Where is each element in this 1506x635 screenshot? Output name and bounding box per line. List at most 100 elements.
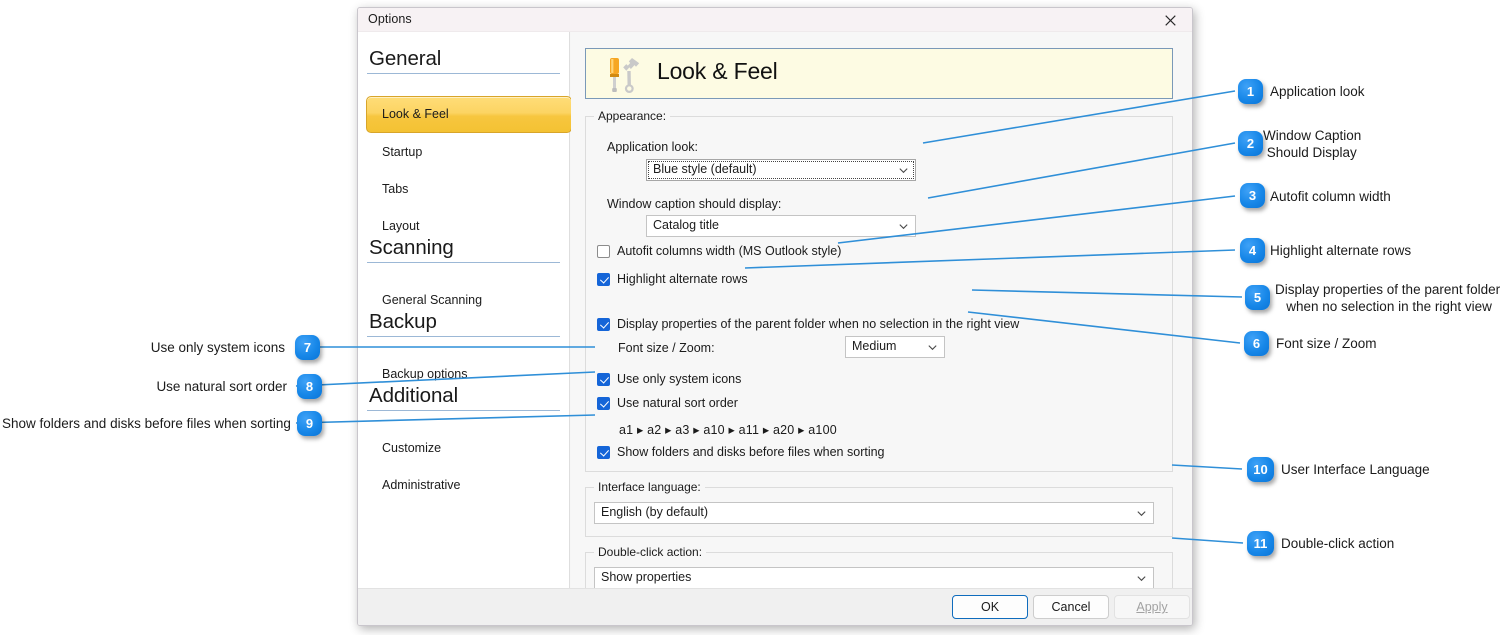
- sidebar-item-label: Backup options: [382, 367, 467, 381]
- callout-badge-4[interactable]: 4: [1240, 238, 1265, 263]
- display-parent-properties-label: Display properties of the parent folder …: [617, 317, 1019, 331]
- divider: [367, 262, 560, 263]
- interface-language-groupbox: Interface language: English (by default): [585, 487, 1173, 537]
- sidebar-item-general-scanning[interactable]: General Scanning: [367, 290, 571, 311]
- application-look-select[interactable]: Blue style (default): [646, 159, 916, 181]
- apply-button: Apply: [1114, 595, 1190, 619]
- callout-label-8: Use natural sort order: [40, 378, 287, 395]
- settings-sidebar: General Look & Feel Startup Tabs Layout …: [358, 32, 570, 625]
- screenshot-root: Options General Look & Feel Startup Tab: [0, 0, 1506, 635]
- use-natural-sort-order-checkbox[interactable]: Use natural sort order: [597, 396, 738, 410]
- callout-badge-5[interactable]: 5: [1245, 285, 1270, 310]
- chevron-down-icon: [1137, 574, 1146, 583]
- sidebar-group-additional: Additional: [367, 383, 560, 411]
- autofit-columns-checkbox[interactable]: Autofit columns width (MS Outlook style): [597, 244, 841, 258]
- window-caption-value: Catalog title: [653, 218, 719, 232]
- callout-badge-2[interactable]: 2: [1238, 131, 1263, 156]
- sidebar-item-look-and-feel[interactable]: Look & Feel: [366, 96, 572, 133]
- callout-label-6: Font size / Zoom: [1276, 335, 1377, 352]
- options-dialog: Options General Look & Feel Startup Tab: [357, 7, 1193, 626]
- sidebar-item-backup-options[interactable]: Backup options: [367, 364, 571, 385]
- font-size-label: Font size / Zoom:: [618, 341, 715, 355]
- sidebar-group-scanning: Scanning: [367, 235, 560, 263]
- sidebar-item-label: General Scanning: [382, 293, 482, 307]
- sidebar-group-title-scanning: Scanning: [367, 235, 560, 261]
- interface-language-select[interactable]: English (by default): [594, 502, 1154, 524]
- divider: [367, 336, 560, 337]
- checkbox-box: [597, 446, 610, 459]
- callout-badge-9[interactable]: 9: [297, 411, 322, 436]
- callout-label-2: Window Caption Should Display: [1263, 127, 1361, 161]
- sidebar-item-label: Layout: [382, 219, 420, 233]
- sidebar-item-label: Startup: [382, 145, 422, 159]
- sidebar-item-customize[interactable]: Customize: [367, 438, 571, 459]
- use-only-system-icons-checkbox[interactable]: Use only system icons: [597, 372, 741, 386]
- sidebar-item-label: Customize: [382, 441, 441, 455]
- chevron-down-icon: [928, 343, 937, 352]
- double-click-action-select[interactable]: Show properties: [594, 567, 1154, 589]
- callout-label-5: Display properties of the parent folder …: [1275, 281, 1500, 315]
- settings-content: Look & Feel Appearance: Application look…: [571, 32, 1192, 625]
- sidebar-item-administrative[interactable]: Administrative: [367, 475, 571, 496]
- page-title: Look & Feel: [657, 58, 778, 85]
- callout-badge-8[interactable]: 8: [297, 374, 322, 399]
- window-caption-label: Window caption should display:: [607, 197, 781, 211]
- application-look-label: Application look:: [607, 140, 698, 154]
- ok-button-label: OK: [981, 600, 999, 614]
- divider: [367, 410, 560, 411]
- chevron-down-icon: [899, 166, 908, 175]
- page-header-card: Look & Feel: [585, 48, 1173, 99]
- cancel-button-label: Cancel: [1052, 600, 1091, 614]
- interface-language-value: English (by default): [601, 505, 708, 519]
- sidebar-item-layout[interactable]: Layout: [367, 216, 571, 237]
- dialog-titlebar: Options: [358, 8, 1192, 32]
- close-icon[interactable]: [1148, 8, 1192, 32]
- callout-badge-1[interactable]: 1: [1238, 79, 1263, 104]
- callout-label-1: Application look: [1270, 83, 1365, 100]
- checkbox-box: [597, 373, 610, 386]
- sidebar-item-startup[interactable]: Startup: [367, 142, 571, 163]
- callout-badge-11[interactable]: 11: [1247, 531, 1274, 556]
- callout-label-10: User Interface Language: [1281, 461, 1430, 478]
- double-click-action-value: Show properties: [601, 570, 691, 584]
- divider: [367, 73, 560, 74]
- callout-label-11: Double-click action: [1281, 535, 1394, 552]
- callout-label-3: Autofit column width: [1270, 188, 1391, 205]
- use-natural-sort-order-label: Use natural sort order: [617, 396, 738, 410]
- dialog-footer: OK Cancel Apply: [358, 588, 1192, 625]
- sidebar-item-tabs[interactable]: Tabs: [367, 179, 571, 200]
- sidebar-group-title-general: General: [367, 46, 560, 72]
- callout-badge-6[interactable]: 6: [1244, 331, 1269, 356]
- double-click-action-legend: Double-click action:: [594, 545, 706, 559]
- dialog-title: Options: [368, 12, 412, 26]
- callout-label-4: Highlight alternate rows: [1270, 242, 1411, 259]
- autofit-columns-label: Autofit columns width (MS Outlook style): [617, 244, 841, 258]
- display-parent-properties-checkbox[interactable]: Display properties of the parent folder …: [597, 317, 1019, 331]
- callout-label-7: Use only system icons: [40, 339, 285, 356]
- interface-language-legend: Interface language:: [594, 480, 705, 494]
- window-caption-select[interactable]: Catalog title: [646, 215, 916, 237]
- tools-icon: [601, 54, 645, 96]
- appearance-legend: Appearance:: [594, 109, 670, 123]
- sidebar-group-general: General: [367, 46, 560, 74]
- highlight-alternate-rows-checkbox[interactable]: Highlight alternate rows: [597, 272, 748, 286]
- callout-badge-3[interactable]: 3: [1240, 183, 1265, 208]
- sidebar-item-label: Tabs: [382, 182, 408, 196]
- sidebar-item-label: Administrative: [382, 478, 461, 492]
- cancel-button[interactable]: Cancel: [1033, 595, 1109, 619]
- natural-sort-example: a1 ▸ a2 ▸ a3 ▸ a10 ▸ a11 ▸ a20 ▸ a100: [619, 422, 837, 437]
- highlight-alternate-rows-label: Highlight alternate rows: [617, 272, 748, 286]
- appearance-groupbox: Appearance: Application look: Blue style…: [585, 116, 1173, 472]
- show-folders-first-label: Show folders and disks before files when…: [617, 445, 885, 459]
- callout-badge-10[interactable]: 10: [1247, 457, 1274, 482]
- font-size-select[interactable]: Medium: [845, 336, 945, 358]
- checkbox-box: [597, 245, 610, 258]
- ok-button[interactable]: OK: [952, 595, 1028, 619]
- chevron-down-icon: [1137, 509, 1146, 518]
- callout-badge-7[interactable]: 7: [295, 335, 320, 360]
- application-look-value: Blue style (default): [653, 162, 757, 176]
- checkbox-box: [597, 397, 610, 410]
- font-size-value: Medium: [852, 339, 896, 353]
- show-folders-first-checkbox[interactable]: Show folders and disks before files when…: [597, 445, 885, 459]
- callout-label-9: Show folders and disks before files when…: [2, 415, 287, 432]
